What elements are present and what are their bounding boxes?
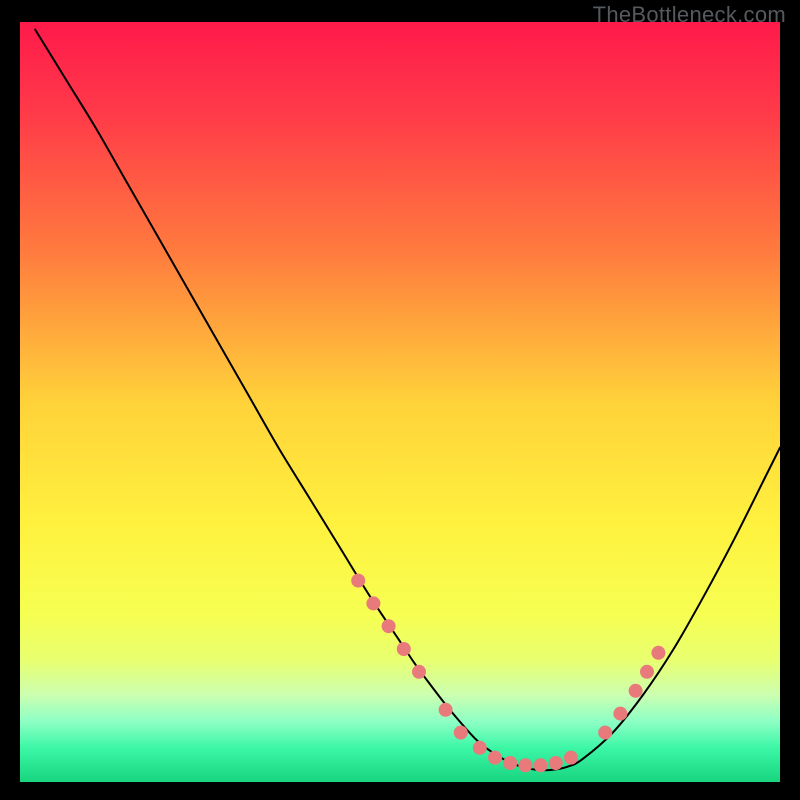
curve-marker	[366, 596, 380, 610]
curve-marker	[564, 751, 578, 765]
curve-marker	[439, 703, 453, 717]
curve-marker	[534, 758, 548, 772]
curve-marker	[473, 741, 487, 755]
curve-marker	[397, 642, 411, 656]
chart-svg	[20, 22, 780, 782]
curve-marker	[518, 758, 532, 772]
gradient-background	[20, 22, 780, 782]
curve-marker	[503, 756, 517, 770]
curve-marker	[454, 726, 468, 740]
plot-area	[20, 22, 780, 782]
curve-marker	[613, 707, 627, 721]
curve-marker	[651, 646, 665, 660]
curve-marker	[412, 665, 426, 679]
curve-marker	[549, 756, 563, 770]
curve-marker	[488, 751, 502, 765]
curve-marker	[640, 665, 654, 679]
curve-marker	[598, 726, 612, 740]
curve-marker	[351, 574, 365, 588]
curve-marker	[629, 684, 643, 698]
curve-marker	[382, 619, 396, 633]
chart-frame: TheBottleneck.com	[0, 0, 800, 800]
